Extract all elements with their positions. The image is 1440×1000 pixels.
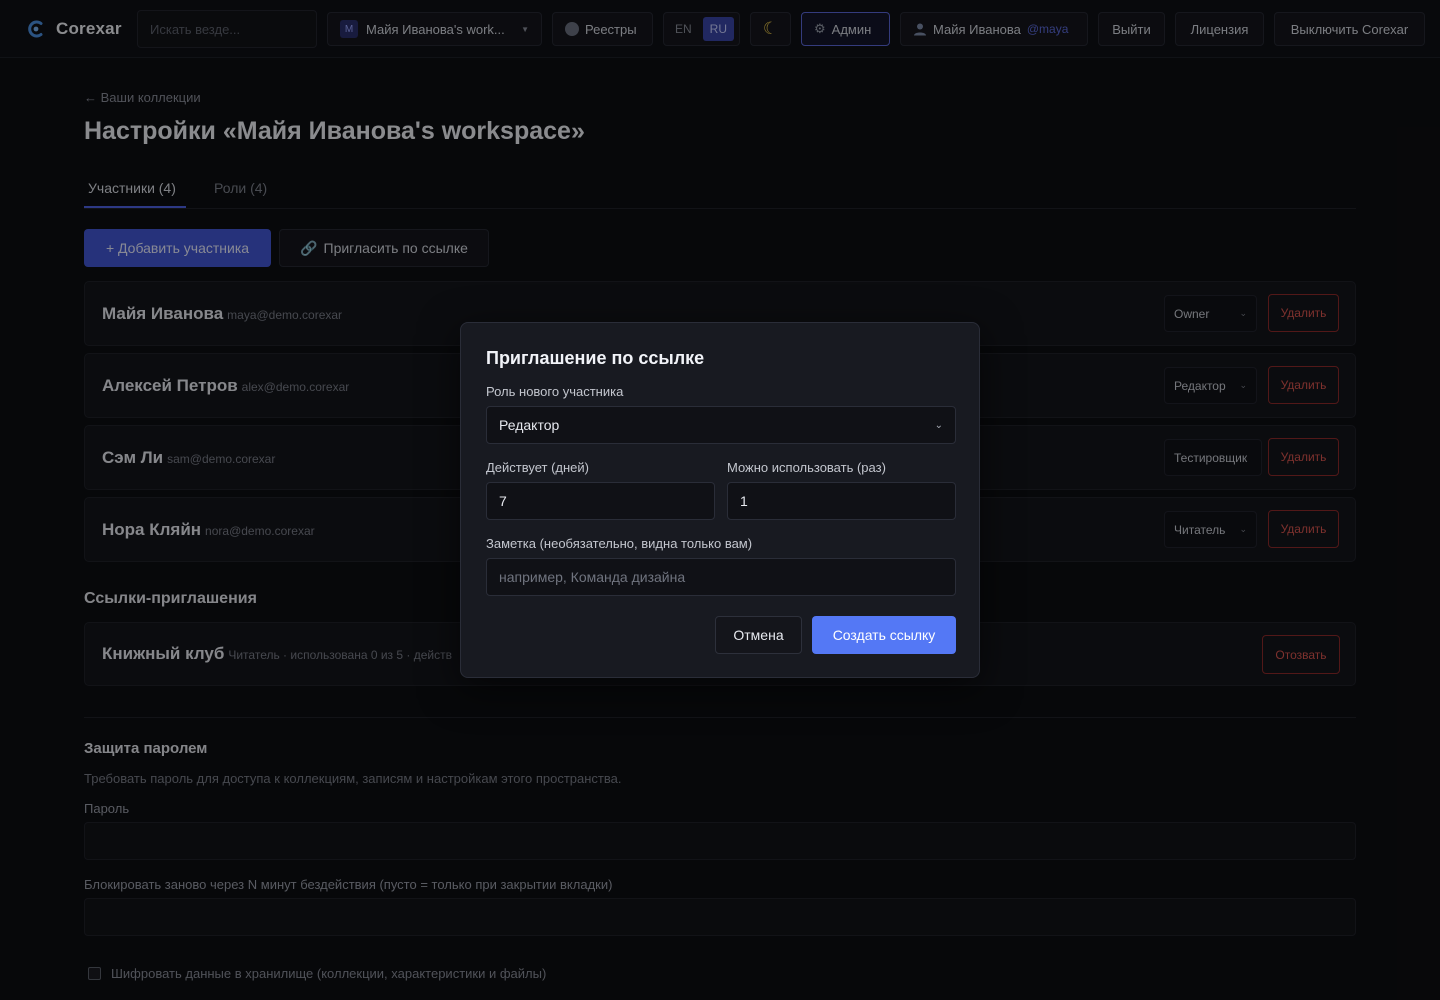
note-label: Заметка (необязательно, видна только вам… xyxy=(486,536,753,551)
days-label: Действует (дней) xyxy=(486,460,590,475)
uses-input[interactable]: 1 xyxy=(727,482,956,520)
create-link-button[interactable]: Создать ссылку xyxy=(812,616,956,654)
chevron-down-icon: ⌄ xyxy=(934,419,943,431)
dialog-title: Приглашение по ссылке xyxy=(486,348,705,368)
note-placeholder: например, Команда дизайна xyxy=(499,569,686,585)
note-input[interactable]: например, Команда дизайна xyxy=(486,558,956,596)
role-select[interactable]: Редактор ⌄ xyxy=(486,406,956,444)
days-input[interactable]: 7 xyxy=(486,482,715,520)
uses-label: Можно использовать (раз) xyxy=(727,460,886,475)
invite-link-dialog: Приглашение по ссылке Роль нового участн… xyxy=(460,322,980,678)
cancel-button[interactable]: Отмена xyxy=(715,616,802,654)
role-label: Роль нового участника xyxy=(486,384,624,399)
role-select-value: Редактор xyxy=(499,417,560,433)
